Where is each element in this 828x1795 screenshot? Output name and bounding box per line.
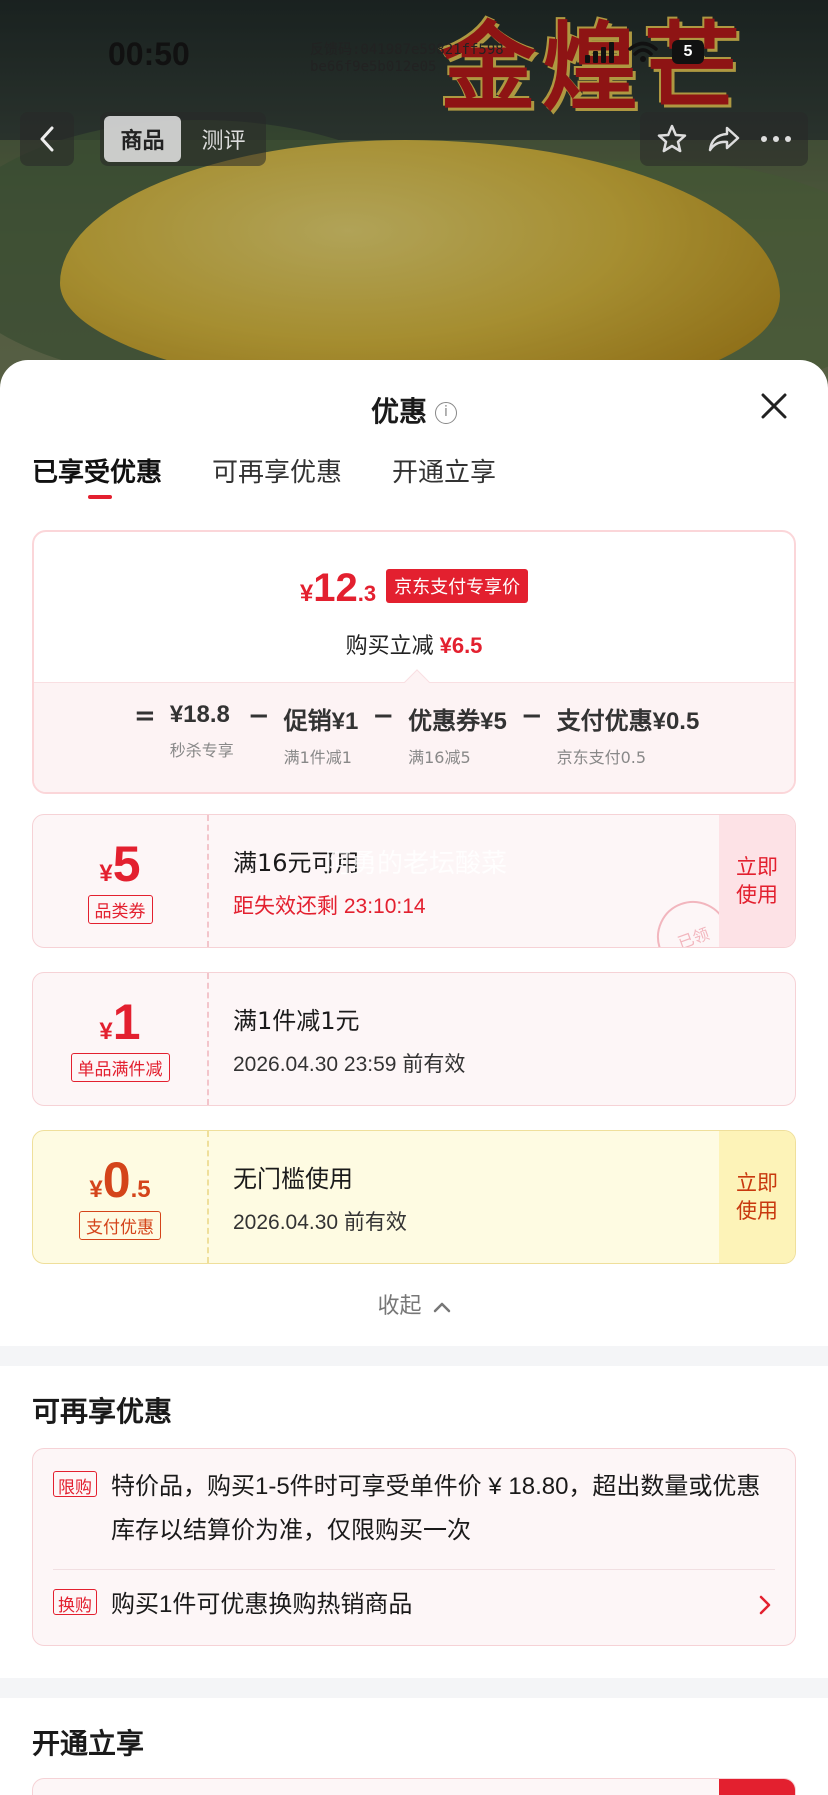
- formula-sub: 京东支付0.5: [556, 748, 647, 767]
- coupon-currency: ¥: [99, 1017, 113, 1045]
- discount-sheet: 优惠 i 已享受优惠 可再享优惠 开通立享 ¥12.3 京东支付专享价 购买立减 ¥…: [0, 360, 828, 1795]
- open-action-button[interactable]: [719, 1779, 795, 1795]
- more-discounts-box: 限购 特价品，购买1-5件时可享受单件价 ¥ 18.80，超出数量或优惠库存以结…: [32, 1448, 796, 1646]
- wifi-icon: [628, 41, 658, 62]
- coupon-currency: ¥: [99, 859, 113, 887]
- info-icon[interactable]: i: [435, 402, 457, 424]
- jd-pay-tag: 京东支付专享价: [386, 569, 529, 603]
- formula-main: 促销¥1: [283, 708, 359, 735]
- chevron-left-icon: [40, 126, 54, 152]
- formula-sub: 满1件减1: [283, 748, 352, 767]
- reduce-label: 购买立减: [345, 634, 434, 659]
- coupon-condition: 满16元可用: [233, 848, 360, 877]
- coupon-type-tag: 品类券: [87, 894, 153, 924]
- coupon-expiry: 2026.04.30 23:59 前有效: [233, 1052, 466, 1076]
- formula-item-seckill: ¥18.8 秒杀专享: [170, 701, 234, 761]
- share-icon[interactable]: [707, 123, 741, 155]
- battery-icon: 5: [672, 40, 704, 64]
- promo-text: 特价品，购买1-5件时可享受单件价 ¥ 18.80，超出数量或优惠库存以结算价为…: [111, 1473, 761, 1544]
- formula-op: −: [520, 701, 543, 731]
- feedback-code: 反馈码:041987e59821ff598 be66f9e5b012e05: [310, 42, 504, 76]
- price-integer: 12: [313, 566, 358, 610]
- limit-tag: 限购: [53, 1471, 97, 1498]
- section-title-more: 可再享优惠: [32, 1395, 173, 1428]
- coupon-type-tag: 单品满件减: [70, 1052, 170, 1082]
- coupon-amount-int: 1: [112, 993, 141, 1050]
- promo-item-limit: 限购 特价品，购买1-5件时可享受单件价 ¥ 18.80，超出数量或优惠库存以结…: [53, 1465, 775, 1553]
- use-now-button[interactable]: 立即 使用: [719, 815, 795, 947]
- coupon-countdown: 距失效还剩 23:10:14: [233, 894, 426, 918]
- formula-item-coupon: 优惠券¥5 满16减5: [408, 701, 507, 768]
- coupon-amount: ¥1: [99, 997, 140, 1047]
- coupon-currency: ¥: [89, 1175, 103, 1203]
- more-icon[interactable]: [760, 134, 792, 144]
- use-now-label: 立即 使用: [736, 855, 778, 907]
- coupon-card-pay: ¥0.5 支付优惠 无门槛使用 2026.04.30 前有效 立即 使用: [32, 1130, 796, 1264]
- final-price-row: ¥12.3 京东支付专享价: [34, 566, 794, 611]
- currency-symbol: ¥: [299, 580, 314, 607]
- open-enjoy-card: [32, 1778, 796, 1795]
- coupon-amount: ¥0.5: [89, 1155, 150, 1205]
- reduce-amount: ¥6.5: [439, 633, 483, 658]
- coupon-amount: ¥5: [99, 839, 140, 889]
- formula-sub: 秒杀专享: [169, 741, 234, 760]
- coupon-amount-dec: .5: [130, 1175, 151, 1203]
- back-button[interactable]: [20, 112, 74, 166]
- tab-more-available[interactable]: 可再享优惠: [212, 452, 342, 499]
- status-time: 00:50: [108, 36, 190, 72]
- use-now-button[interactable]: 立即 使用: [719, 1131, 795, 1263]
- coupon-expiry: 2026.04.30 前有效: [233, 1210, 407, 1234]
- collapse-button[interactable]: 收起: [0, 1288, 828, 1320]
- coupon-condition: 满1件减1元: [233, 1006, 360, 1035]
- price-decimal: .3: [357, 581, 377, 606]
- status-icons: 5: [585, 40, 704, 64]
- feedback-line-2: be66f9e5b012e05: [310, 59, 437, 75]
- nav-actions: [640, 112, 808, 166]
- section-divider: [0, 1346, 828, 1366]
- price-formula: = ¥18.8 秒杀专享 − 促销¥1 满1件减1 − 优惠券¥5 满16减5 …: [34, 682, 794, 792]
- formula-item-pay: 支付优惠¥0.5 京东支付0.5: [557, 701, 700, 768]
- coupon-condition: 无门槛使用: [233, 1164, 353, 1193]
- coupon-card-item-discount: ¥1 单品满件减 满1件减1元 2026.04.30 23:59 前有效: [32, 972, 796, 1106]
- coupon-card-category: ¥5 品类券 满16元可用 距失效还剩 23:10:14 已领 阿勇的老坛酸菜 …: [32, 814, 796, 948]
- formula-sub: 满16减5: [408, 748, 471, 767]
- feedback-line-1: 反馈码:041987e59821ff598: [310, 42, 504, 58]
- final-price: ¥12.3: [300, 566, 376, 611]
- star-icon[interactable]: [656, 123, 688, 155]
- formula-main: ¥18.8: [169, 701, 230, 728]
- formula-main: 支付优惠¥0.5: [556, 708, 700, 735]
- use-now-label: 立即 使用: [736, 1171, 778, 1223]
- coupon-amount-int: 0: [102, 1151, 131, 1208]
- formula-item-promo: 促销¥1 满1件减1: [284, 701, 359, 768]
- reduce-row: 购买立减 ¥6.5: [34, 628, 794, 660]
- formula-op: =: [134, 701, 156, 731]
- formula-op: −: [247, 701, 270, 731]
- signal-icon: [585, 41, 614, 63]
- promo-text: 购买1件可优惠换购热销商品: [111, 1591, 413, 1618]
- chevron-right-icon[interactable]: [759, 1595, 771, 1615]
- chevron-up-icon: [433, 1302, 450, 1313]
- price-summary-card: ¥12.3 京东支付专享价 购买立减 ¥6.5 = ¥18.8 秒杀专享 − 促销…: [32, 530, 796, 794]
- sheet-title-text: 优惠: [370, 395, 427, 428]
- nav-tabs: 商品 测评: [100, 112, 266, 166]
- section-title-open: 开通立享: [32, 1727, 145, 1760]
- collapse-label: 收起: [377, 1294, 422, 1319]
- discount-tabs: 已享受优惠 可再享优惠 开通立享: [32, 452, 496, 499]
- formula-op: −: [372, 701, 395, 731]
- close-icon[interactable]: [758, 390, 790, 422]
- promo-item-exchange[interactable]: 换购 购买1件可优惠换购热销商品: [53, 1583, 775, 1627]
- coupon-type-tag: 支付优惠: [79, 1210, 161, 1240]
- coupon-amount-int: 5: [112, 835, 141, 892]
- exchange-tag: 换购: [53, 1589, 97, 1616]
- sheet-title: 优惠 i: [0, 390, 828, 430]
- formula-main: 优惠券¥5: [408, 708, 507, 735]
- tab-enjoyed[interactable]: 已享受优惠: [32, 452, 162, 499]
- tab-open-enjoy[interactable]: 开通立享: [392, 452, 496, 499]
- section-divider: [0, 1678, 828, 1698]
- tab-product[interactable]: 商品: [104, 116, 181, 162]
- tab-review[interactable]: 测评: [185, 116, 262, 162]
